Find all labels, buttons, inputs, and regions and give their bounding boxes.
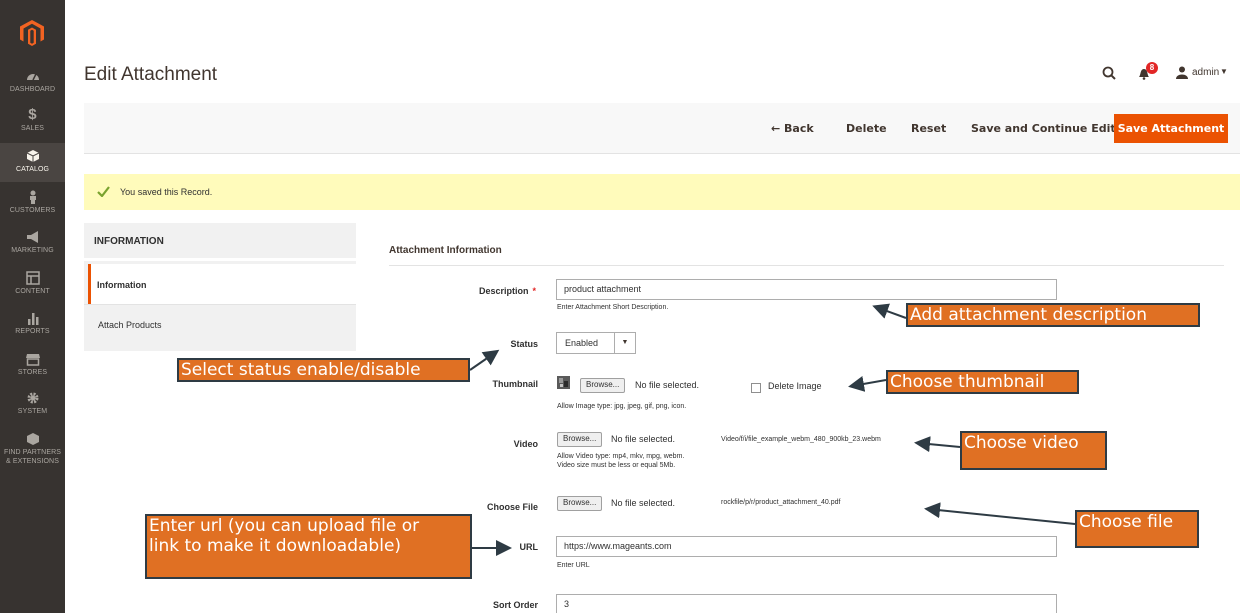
nav-label: SYSTEM [17,408,48,415]
callout-thumbnail: Choose thumbnail [886,370,1079,394]
sort-order-input[interactable]: 3 [556,594,1057,613]
section-title: Attachment Information [389,245,502,256]
nav-label: CONTENT [15,288,50,295]
arrow-video [914,436,961,453]
sort-order-label: Sort Order [492,600,538,610]
description-input[interactable]: product attachment [556,279,1057,300]
save-attachment-button[interactable]: Save Attachment [1114,114,1228,143]
save-continue-button[interactable]: Save and Continue Edit [971,122,1116,135]
tabs-panel: INFORMATION Information Attach Products [84,223,356,351]
callout-url-line2: link to make it downloadable) [149,536,402,556]
nav-content[interactable]: CONTENT [0,271,65,296]
nav-label: CATALOG [15,166,50,173]
thumbnail-file-status: No file selected. [635,380,700,390]
reset-button[interactable]: Reset [911,122,946,135]
video-file-path: Video/f/i/file_example_webm_480_900kb_23… [721,436,881,443]
nav-label: STORES [17,369,48,376]
bar-chart-icon [27,313,38,325]
megaphone-icon [26,231,38,243]
store-icon [25,354,40,366]
checkmark-icon [97,186,110,197]
description-note: Enter Attachment Short Description. [557,304,669,311]
callout-url-line1: Enter url (you can upload file or [149,516,420,536]
layout-icon [25,271,40,285]
nav-catalog[interactable]: CATALOG [0,143,65,182]
status-label: Status [510,339,538,349]
caret-down-icon[interactable]: ▼ [1220,67,1228,76]
cube-icon [26,150,39,162]
arrow-status [469,349,500,371]
arrow-file [924,502,1076,525]
nav-label: FIND PARTNERS & EXTENSIONS [3,449,62,465]
required-marker: * [532,286,536,296]
arrow-description [872,303,907,319]
video-file-status: No file selected. [611,434,676,444]
video-label: Video [513,439,538,449]
url-input[interactable]: https://www.mageants.com [556,536,1057,557]
nav-label: CUSTOMERS [9,207,56,214]
nav-marketing[interactable]: MARKETING [0,230,65,255]
chevron-down-icon[interactable]: ▼ [614,333,635,353]
message-text: You saved this Record. [120,187,213,197]
file-status: No file selected. [611,498,676,508]
nav-stores[interactable]: STORES [0,352,65,377]
nav-sales[interactable]: $ SALES [0,106,65,133]
video-note-type: Allow Video type: mp4, mkv, mpg, webm. [557,453,685,460]
nav-label: SALES [20,125,45,132]
thumbnail-note: Allow Image type: jpg, jpeg, gif, png, i… [557,403,687,410]
admin-sidebar: DASHBOARD $ SALES CATALOG CUSTOMERS MARK… [0,0,65,613]
callout-video: Choose video [960,431,1107,470]
description-label-text: Description [478,286,529,296]
callout-status: Select status enable/disable [177,358,470,382]
search-icon[interactable] [1102,66,1116,80]
nav-reports[interactable]: REPORTS [0,311,65,336]
section-divider [389,265,1224,266]
thumbnail-image-icon [557,376,570,389]
video-note-size: Video size must be less or equal 5Mb. [557,462,676,469]
nav-dashboard[interactable]: DASHBOARD [0,69,65,94]
file-browse-button[interactable]: Browse... [557,496,603,511]
magento-logo-icon[interactable] [20,20,44,46]
page-title: Edit Attachment [84,64,218,85]
description-label: Description * [416,286,536,296]
nav-find-partners[interactable]: FIND PARTNERS & EXTENSIONS [0,432,65,466]
dashboard-icon [26,73,39,81]
nav-system[interactable]: SYSTEM [0,391,65,416]
delete-button[interactable]: Delete [846,122,887,135]
url-note: Enter URL [557,562,590,569]
box-icon [26,433,39,445]
nav-label: MARKETING [11,247,54,254]
success-message: You saved this Record. [84,174,1240,210]
file-path: rockfile/p/r/product_attachment_40.pdf [721,499,841,506]
thumbnail-browse-button[interactable]: Browse... [580,378,626,393]
nav-label: REPORTS [15,328,50,335]
tabs-header: INFORMATION [84,223,356,261]
page-actions-bar: ← Back Delete Reset Save and Continue Ed… [84,103,1240,154]
arrow-thumbnail [848,376,887,392]
callout-file: Choose file [1075,510,1199,548]
person-icon [29,190,36,204]
callout-description: Add attachment description [906,303,1200,327]
dollar-icon: $ [28,106,37,123]
tab-information[interactable]: Information [88,264,356,304]
back-button[interactable]: ← Back [771,122,814,135]
nav-label: DASHBOARD [9,86,56,93]
delete-image-checkbox[interactable] [751,383,761,393]
notification-badge: 8 [1146,62,1158,74]
nav-customers[interactable]: CUSTOMERS [0,190,65,215]
admin-menu[interactable]: admin [1192,67,1219,78]
callout-url: Enter url (you can upload file or link t… [145,514,472,579]
choose-file-label: Choose File [486,502,538,512]
tab-attach-products[interactable]: Attach Products [84,304,356,351]
user-icon[interactable] [1176,66,1188,79]
video-browse-button[interactable]: Browse... [557,432,603,447]
gear-icon [27,392,38,404]
delete-image-label: Delete Image [768,381,822,391]
